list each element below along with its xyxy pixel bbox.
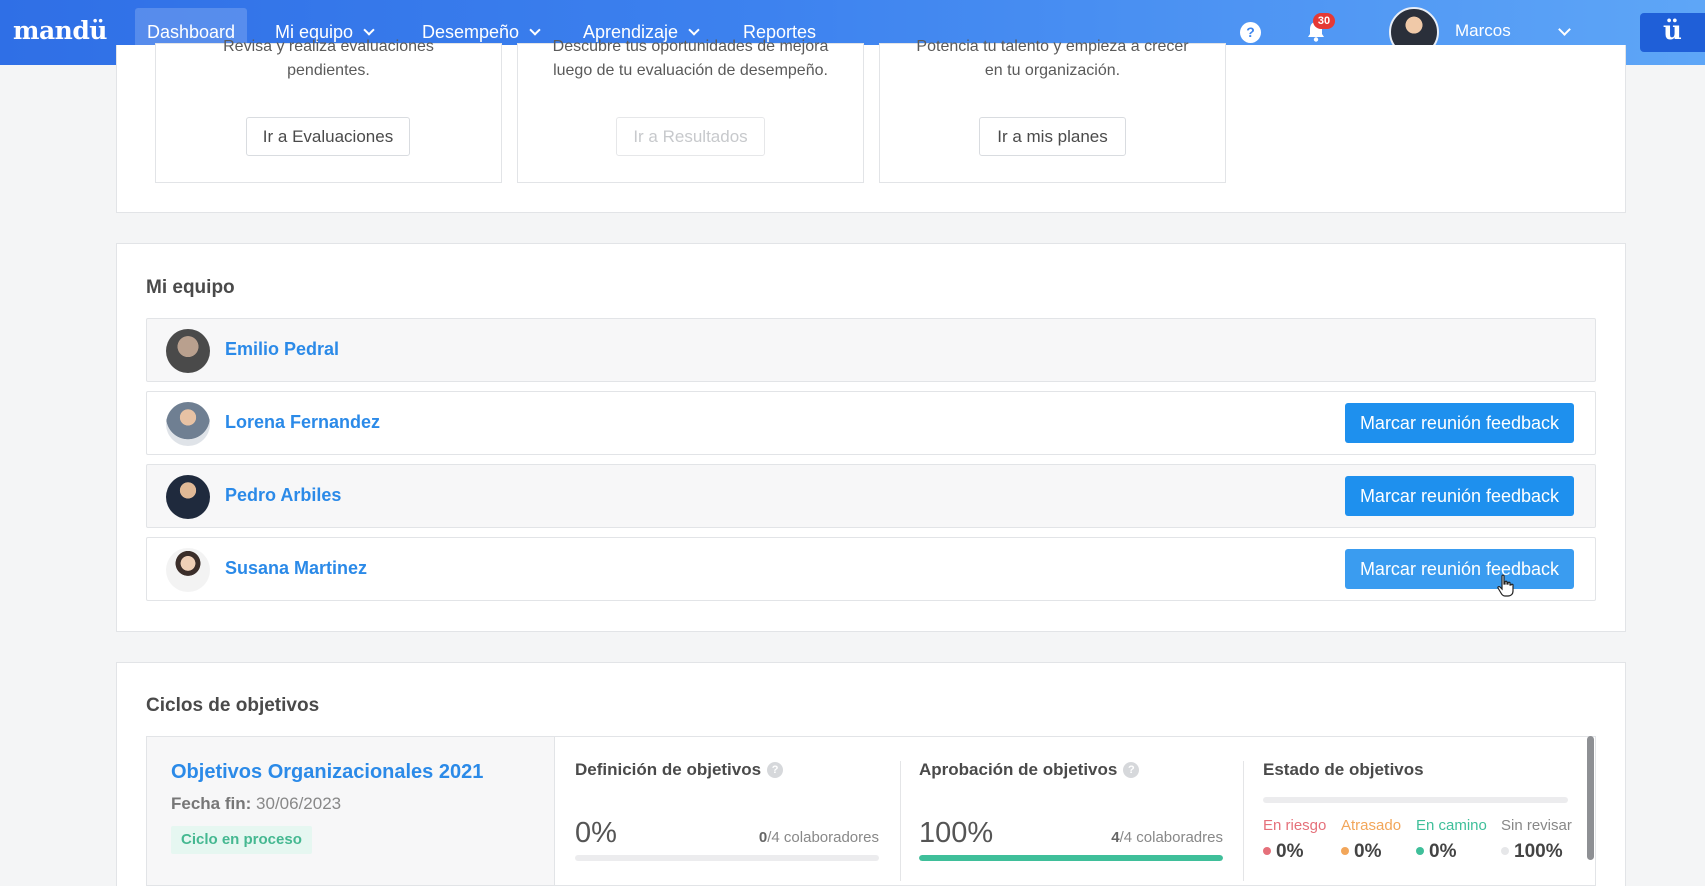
avatar xyxy=(166,548,210,592)
promo-card-planes: Potencia tu talento y empieza a crecer e… xyxy=(879,38,1226,183)
user-name[interactable]: Marcos xyxy=(1455,21,1511,41)
quick-actions-panel: Revisa y realiza evaluaciones pendientes… xyxy=(116,38,1626,213)
definicion-title: Definición de objetivos? xyxy=(575,760,784,780)
chevron-down-icon xyxy=(688,24,700,36)
aprobacion-title-text: Aprobación de objetivos xyxy=(919,760,1118,779)
aprobacion-done: 4 xyxy=(1111,829,1120,846)
estado-value-en-camino: 0% xyxy=(1416,841,1456,863)
definicion-progress-bar xyxy=(575,855,879,861)
definicion-title-text: Definición de objetivos xyxy=(575,760,762,779)
avatar xyxy=(166,402,210,446)
estado-value-riesgo: 0% xyxy=(1263,841,1303,863)
definicion-total: /4 colaboradores xyxy=(767,829,879,846)
chevron-down-icon[interactable] xyxy=(1558,23,1571,36)
cycle-date-value: 30/06/2023 xyxy=(256,794,342,813)
scrollbar-thumb[interactable] xyxy=(1587,736,1594,860)
definicion-count: 0/4 colaboradores xyxy=(759,829,879,846)
help-icon[interactable]: ? xyxy=(767,762,784,778)
help-icon[interactable]: ? xyxy=(1240,22,1261,43)
estado-label-riesgo: En riesgo xyxy=(1263,817,1327,834)
ciclos-title: Ciclos de objetivos xyxy=(146,695,320,716)
hand-cursor-icon xyxy=(1497,574,1514,597)
ir-a-evaluaciones-button[interactable]: Ir a Evaluaciones xyxy=(246,117,410,156)
promo-text-line: Descubre tus oportunidades de mejora xyxy=(552,38,829,55)
definicion-done: 0 xyxy=(758,829,768,846)
team-member-row: Pedro Arbiles Marcar reunión feedback xyxy=(146,464,1596,528)
chevron-down-icon xyxy=(363,24,375,36)
team-member-row: Lorena Fernandez Marcar reunión feedback xyxy=(146,391,1596,455)
cycle-status-badge: Ciclo en proceso xyxy=(171,826,312,854)
definicion-metric: Definición de objetivos? 0% 0/4 colabora… xyxy=(575,737,879,885)
promo-card-resultados: Descubre tus oportunidades de mejora lue… xyxy=(517,38,864,183)
team-member-row: Susana Martinez Marcar reunión feedback xyxy=(146,537,1596,601)
brand-tile-logo[interactable]: ü xyxy=(1640,13,1705,52)
aprobacion-metric: Aprobación de objetivos? 100% 4/4 colabo… xyxy=(919,737,1223,885)
estado-value-text: 0% xyxy=(1276,841,1304,862)
cycle-end-date: Fecha fin: 30/06/2023 xyxy=(171,794,341,814)
estado-value-sin-revisar: 100% xyxy=(1501,841,1563,863)
aprobacion-count: 4/4 colaboradres xyxy=(1111,829,1223,846)
promo-text-line: Revisa y realiza evaluaciones xyxy=(223,38,434,55)
marcar-reunion-feedback-button[interactable]: Marcar reunión feedback xyxy=(1345,549,1574,589)
estado-value-text: 0% xyxy=(1354,841,1382,862)
marcar-reunion-feedback-button[interactable]: Marcar reunión feedback xyxy=(1345,476,1574,516)
promo-text-line: Potencia tu talento y empieza a crecer xyxy=(916,38,1189,55)
estado-metric: Estado de objetivos En riesgo Atrasado E… xyxy=(1263,737,1572,885)
promo-card-evaluaciones: Revisa y realiza evaluaciones pendientes… xyxy=(155,38,502,183)
estado-progress-bar xyxy=(1263,797,1568,803)
team-member-row: Emilio Pedral xyxy=(146,318,1596,382)
promo-text: Descubre tus oportunidades de mejora lue… xyxy=(518,38,863,83)
cycle-name-link[interactable]: Objetivos Organizacionales 2021 xyxy=(171,761,483,784)
promo-text-line: luego de tu evaluación de desempeño. xyxy=(553,62,828,79)
estado-label-sin-revisar: Sin revisar xyxy=(1501,817,1572,834)
estado-value-text: 0% xyxy=(1429,841,1457,862)
avatar xyxy=(166,329,210,373)
aprobacion-progress-fill xyxy=(919,855,1223,861)
aprobacion-title: Aprobación de objetivos? xyxy=(919,760,1140,780)
notification-badge: 30 xyxy=(1313,13,1335,29)
promo-text-line: pendientes. xyxy=(287,62,370,79)
marcar-reunion-feedback-button[interactable]: Marcar reunión feedback xyxy=(1345,403,1574,443)
avatar xyxy=(166,475,210,519)
divider xyxy=(900,761,901,881)
promo-text-line: en tu organización. xyxy=(984,62,1121,79)
mi-equipo-title: Mi equipo xyxy=(146,277,235,298)
estado-label-en-camino: En camino xyxy=(1416,817,1487,834)
estado-value-text: 100% xyxy=(1514,841,1563,862)
estado-value-atrasado: 0% xyxy=(1341,841,1381,863)
mandu-logo[interactable]: mandü xyxy=(13,16,107,45)
ir-a-mis-planes-button[interactable]: Ir a mis planes xyxy=(979,117,1126,156)
aprobacion-total: /4 colaboradres xyxy=(1119,829,1223,846)
estado-label-atrasado: Atrasado xyxy=(1341,817,1402,834)
aprobacion-percent: 100% xyxy=(919,817,994,849)
promo-text: Revisa y realiza evaluaciones pendientes… xyxy=(156,38,501,83)
atrasado-dot-icon xyxy=(1341,847,1349,855)
member-name-link[interactable]: Lorena Fernandez xyxy=(225,412,380,433)
cycle-card: Objetivos Organizacionales 2021 Fecha fi… xyxy=(146,736,1596,886)
definicion-percent: 0% xyxy=(575,817,617,849)
cycle-summary: Objetivos Organizacionales 2021 Fecha fi… xyxy=(147,737,555,885)
en-camino-dot-icon xyxy=(1416,847,1424,855)
chevron-down-icon xyxy=(529,24,541,36)
riesgo-dot-icon xyxy=(1263,847,1271,855)
help-icon[interactable]: ? xyxy=(1123,762,1140,778)
estado-title: Estado de objetivos xyxy=(1263,760,1424,779)
member-name-link[interactable]: Pedro Arbiles xyxy=(225,485,341,506)
ir-a-resultados-button[interactable]: Ir a Resultados xyxy=(616,117,765,156)
aprobacion-progress-bar xyxy=(919,855,1223,861)
cycle-date-label: Fecha fin: xyxy=(171,794,252,813)
sin-revisar-dot-icon xyxy=(1501,847,1509,855)
member-name-link[interactable]: Susana Martinez xyxy=(225,558,367,579)
member-name-link[interactable]: Emilio Pedral xyxy=(225,339,339,360)
promo-text: Potencia tu talento y empieza a crecer e… xyxy=(880,38,1225,83)
divider xyxy=(1243,761,1244,881)
